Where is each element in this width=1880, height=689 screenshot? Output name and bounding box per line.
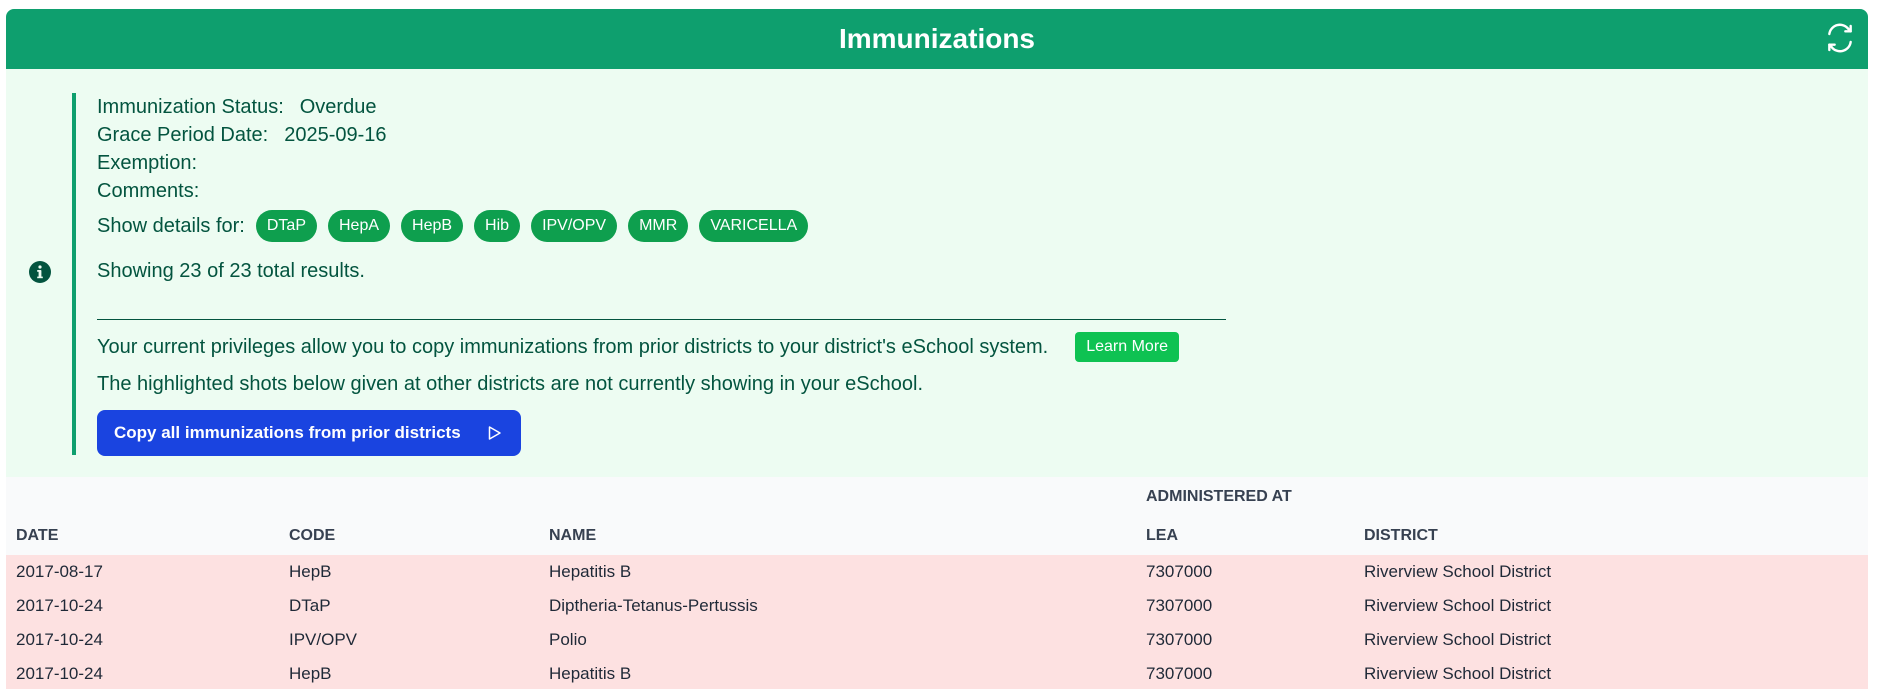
privileges-row: Your current privileges allow you to cop… [97, 330, 1226, 364]
privileges-message: Your current privileges allow you to cop… [97, 335, 1049, 358]
comments-row: Comments: [97, 177, 1226, 205]
cell-date: 2017-10-24 [16, 664, 103, 683]
cell-district: Riverview School District [1364, 664, 1552, 683]
cell-name: Polio [549, 630, 587, 649]
cell-name: Diptheria-Tetanus-Pertussis [549, 596, 758, 615]
copy-immunizations-button[interactable]: Copy all immunizations from prior distri… [97, 410, 521, 456]
cell-lea: 7307000 [1146, 664, 1213, 683]
cell-date: 2017-10-24 [16, 596, 103, 615]
info-panel: Immunization Status: Overdue Grace Period… [6, 69, 1868, 477]
table-group-header-row: ADMINISTERED AT [6, 477, 1868, 516]
cell-lea: 7307000 [1146, 630, 1213, 649]
copy-button-label: Copy all immunizations from prior distri… [114, 423, 461, 442]
cell-name: Hepatitis B [549, 562, 632, 581]
table-row: 2017-10-24 DTaP Diptheria-Tetanus-Pertus… [6, 589, 1868, 623]
chip-hepb[interactable]: HepB [401, 210, 464, 242]
panel-left-rule [72, 93, 76, 455]
cell-code: DTaP [289, 596, 331, 615]
col-header-code[interactable]: CODE [279, 516, 539, 555]
table-row: 2017-10-24 IPV/OPV Polio 7307000 Rivervi… [6, 623, 1868, 657]
chip-hepa[interactable]: HepA [327, 210, 391, 242]
header-bar: Immunizations [6, 9, 1868, 69]
comments-label: Comments: [97, 180, 200, 202]
divider [97, 319, 1226, 320]
play-icon [488, 426, 501, 440]
col-header-district[interactable]: DISTRICT [1354, 516, 1868, 555]
immunizations-table-wrap: ADMINISTERED AT DATE CODE NAME LEA DISTR… [6, 477, 1868, 689]
col-header-date[interactable]: DATE [6, 516, 279, 555]
page-title: Immunizations [838, 23, 1035, 54]
highlight-message: The highlighted shots below given at oth… [97, 373, 924, 395]
show-details-label: Show details for: [97, 214, 245, 237]
exemption-label: Exemption: [97, 152, 198, 174]
immunization-status-label: Immunization Status: [97, 96, 284, 118]
results-count: Showing 23 of 23 total results. [97, 260, 365, 282]
info-icon [29, 261, 51, 283]
cell-name: Hepatitis B [549, 664, 632, 683]
exemption-row: Exemption: [97, 149, 1226, 177]
chip-dtap[interactable]: DTaP [255, 210, 317, 242]
show-details-row: Show details for: DTaP HepA HepB Hib IPV… [97, 209, 1226, 243]
chip-varicella[interactable]: VARICELLA [699, 210, 809, 242]
col-header-name[interactable]: NAME [539, 516, 1136, 555]
cell-code: HepB [289, 664, 332, 683]
administered-at-header: ADMINISTERED AT [1146, 487, 1292, 505]
refresh-icon [1828, 23, 1852, 53]
immunization-status-row: Immunization Status: Overdue [97, 93, 1226, 121]
cell-date: 2017-08-17 [16, 562, 103, 581]
col-header-lea[interactable]: LEA [1136, 516, 1354, 555]
cell-code: HepB [289, 562, 332, 581]
cell-district: Riverview School District [1364, 562, 1552, 581]
cell-lea: 7307000 [1146, 596, 1213, 615]
immunizations-card: Immunizations Immunization Status: Overdu… [6, 9, 1868, 689]
chip-ipv-opv[interactable]: IPV/OPV [531, 210, 618, 242]
chip-mmr[interactable]: MMR [628, 210, 689, 242]
learn-more-button[interactable]: Learn More [1075, 332, 1180, 362]
immunization-status-value: Overdue [299, 96, 377, 118]
cell-date: 2017-10-24 [16, 630, 103, 649]
grace-period-label: Grace Period Date: [97, 124, 269, 146]
cell-code: IPV/OPV [289, 630, 358, 649]
cell-district: Riverview School District [1364, 596, 1552, 615]
table-row: 2017-10-24 HepB Hepatitis B 7307000 Rive… [6, 657, 1868, 689]
table-row: 2017-08-17 HepB Hepatitis B 7307000 Rive… [6, 555, 1868, 589]
grace-period-value: 2025-09-16 [284, 124, 387, 146]
cell-lea: 7307000 [1146, 562, 1213, 581]
table-header-row: DATE CODE NAME LEA DISTRICT [6, 516, 1868, 555]
cell-district: Riverview School District [1364, 630, 1552, 649]
grace-period-row: Grace Period Date: 2025-09-16 [97, 121, 1226, 149]
immunizations-table: ADMINISTERED AT DATE CODE NAME LEA DISTR… [6, 477, 1868, 689]
status-content: Immunization Status: Overdue Grace Period… [97, 93, 1226, 456]
refresh-button[interactable] [1822, 20, 1858, 56]
chip-hib[interactable]: Hib [474, 210, 521, 242]
